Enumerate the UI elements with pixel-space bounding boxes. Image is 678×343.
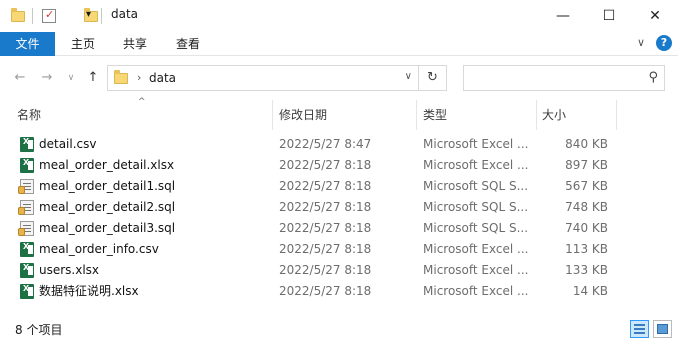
file-type: Microsoft SQL S... <box>423 200 529 214</box>
file-size: 840 KB <box>565 137 608 151</box>
excel-icon <box>20 135 34 152</box>
file-row[interactable]: meal_order_detail2.sql 2022/5/27 8:18 Mi… <box>15 197 615 218</box>
file-row[interactable]: meal_order_detail3.sql 2022/5/27 8:18 Mi… <box>15 218 615 239</box>
search-icon: ⚲ <box>648 70 658 85</box>
back-button[interactable]: ← <box>10 68 30 88</box>
details-view-button[interactable] <box>630 320 649 338</box>
quick-access-dropdown-icon[interactable]: ▾ <box>86 9 91 27</box>
file-row[interactable]: meal_order_detail1.sql 2022/5/27 8:18 Mi… <box>15 176 615 197</box>
file-type: Microsoft Excel ... <box>423 263 529 277</box>
file-name: meal_order_detail1.sql <box>39 179 176 193</box>
help-icon[interactable]: ? <box>656 35 672 51</box>
tab-view[interactable]: 查看 <box>165 32 211 56</box>
minimize-button[interactable]: — <box>540 0 586 32</box>
file-name: meal_order_detail3.sql <box>39 221 176 235</box>
sql-file-icon <box>18 200 34 215</box>
column-divider[interactable] <box>536 100 537 130</box>
file-date: 2022/5/27 8:18 <box>279 200 372 214</box>
file-type: Microsoft Excel ... <box>423 158 529 172</box>
divider <box>32 8 33 24</box>
search-input[interactable]: ⚲ <box>463 65 665 91</box>
file-date: 2022/5/27 8:18 <box>279 158 372 172</box>
ribbon-collapse-icon[interactable]: ∨ <box>637 36 645 52</box>
folder-icon <box>11 8 25 22</box>
large-icons-view-button[interactable] <box>653 320 672 338</box>
address-bar[interactable]: › data ∨ <box>107 65 419 91</box>
excel-icon <box>20 240 34 257</box>
file-type: Microsoft SQL S... <box>423 221 529 235</box>
file-type: Microsoft Excel ... <box>423 137 529 151</box>
folder-icon <box>114 70 128 84</box>
forward-button[interactable]: → <box>37 68 57 88</box>
file-date: 2022/5/27 8:18 <box>279 242 372 256</box>
column-divider[interactable] <box>272 100 273 130</box>
file-row[interactable]: meal_order_detail.xlsx 2022/5/27 8:18 Mi… <box>15 155 615 176</box>
file-row[interactable]: detail.csv 2022/5/27 8:47 Microsoft Exce… <box>15 134 615 155</box>
tab-file[interactable]: 文件 <box>0 32 55 56</box>
navigation-bar: ← → ∨ ↑ › data ∨ ↻ ⚲ <box>0 56 678 100</box>
file-size: 133 KB <box>565 263 608 277</box>
file-size: 113 KB <box>565 242 608 256</box>
sort-ascending-icon: ^ <box>138 97 146 107</box>
tab-share[interactable]: 共享 <box>112 32 158 56</box>
excel-icon <box>20 156 34 173</box>
file-size: 14 KB <box>572 284 608 298</box>
file-type: Microsoft Excel ... <box>423 242 529 256</box>
divider <box>101 8 102 24</box>
file-type: Microsoft SQL S... <box>423 179 529 193</box>
file-date: 2022/5/27 8:47 <box>279 137 372 151</box>
file-date: 2022/5/27 8:18 <box>279 221 372 235</box>
file-name: users.xlsx <box>39 263 100 277</box>
breadcrumb-chevron-icon[interactable]: › <box>137 71 141 84</box>
maximize-button[interactable]: ☐ <box>586 0 632 32</box>
up-button[interactable]: ↑ <box>83 68 103 88</box>
file-date: 2022/5/27 8:18 <box>279 284 372 298</box>
file-name: 数据特征说明.xlsx <box>39 284 139 298</box>
excel-icon <box>20 261 34 278</box>
column-header-name[interactable]: 名称 <box>17 100 41 130</box>
window-title: data <box>111 7 139 21</box>
file-date: 2022/5/27 8:18 <box>279 263 372 277</box>
file-size: 748 KB <box>565 200 608 214</box>
close-button[interactable]: ✕ <box>632 0 678 32</box>
file-size: 897 KB <box>565 158 608 172</box>
item-count: 8 个项目 <box>15 323 63 337</box>
recent-locations-button[interactable]: ∨ <box>61 68 81 88</box>
address-dropdown-icon[interactable]: ∨ <box>405 71 412 82</box>
file-name: detail.csv <box>39 137 97 151</box>
file-size: 567 KB <box>565 179 608 193</box>
refresh-button[interactable]: ↻ <box>419 65 447 91</box>
tab-home[interactable]: 主页 <box>60 32 106 56</box>
file-row[interactable]: meal_order_info.csv 2022/5/27 8:18 Micro… <box>15 239 615 260</box>
excel-icon <box>20 282 34 299</box>
file-name: meal_order_detail2.sql <box>39 200 176 214</box>
sql-file-icon <box>18 179 34 194</box>
column-divider[interactable] <box>616 100 617 130</box>
properties-icon[interactable]: ✓ <box>42 8 56 23</box>
file-name: meal_order_info.csv <box>39 242 159 256</box>
file-row[interactable]: 数据特征说明.xlsx 2022/5/27 8:18 Microsoft Exc… <box>15 281 615 302</box>
file-type: Microsoft Excel ... <box>423 284 529 298</box>
column-header-size[interactable]: 大小 <box>542 100 566 130</box>
file-name: meal_order_detail.xlsx <box>39 158 175 172</box>
column-divider[interactable] <box>416 100 417 130</box>
breadcrumb-data[interactable]: data <box>149 71 176 85</box>
column-header-type[interactable]: 类型 <box>423 100 447 130</box>
ribbon-tabs: 文件 主页 共享 查看 ∨ ? <box>0 32 678 56</box>
file-row[interactable]: users.xlsx 2022/5/27 8:18 Microsoft Exce… <box>15 260 615 281</box>
file-date: 2022/5/27 8:18 <box>279 179 372 193</box>
file-size: 740 KB <box>565 221 608 235</box>
sql-file-icon <box>18 221 34 236</box>
title-bar: ✓ ▾ data — ☐ ✕ <box>0 0 678 32</box>
column-header-date[interactable]: 修改日期 <box>279 100 327 130</box>
